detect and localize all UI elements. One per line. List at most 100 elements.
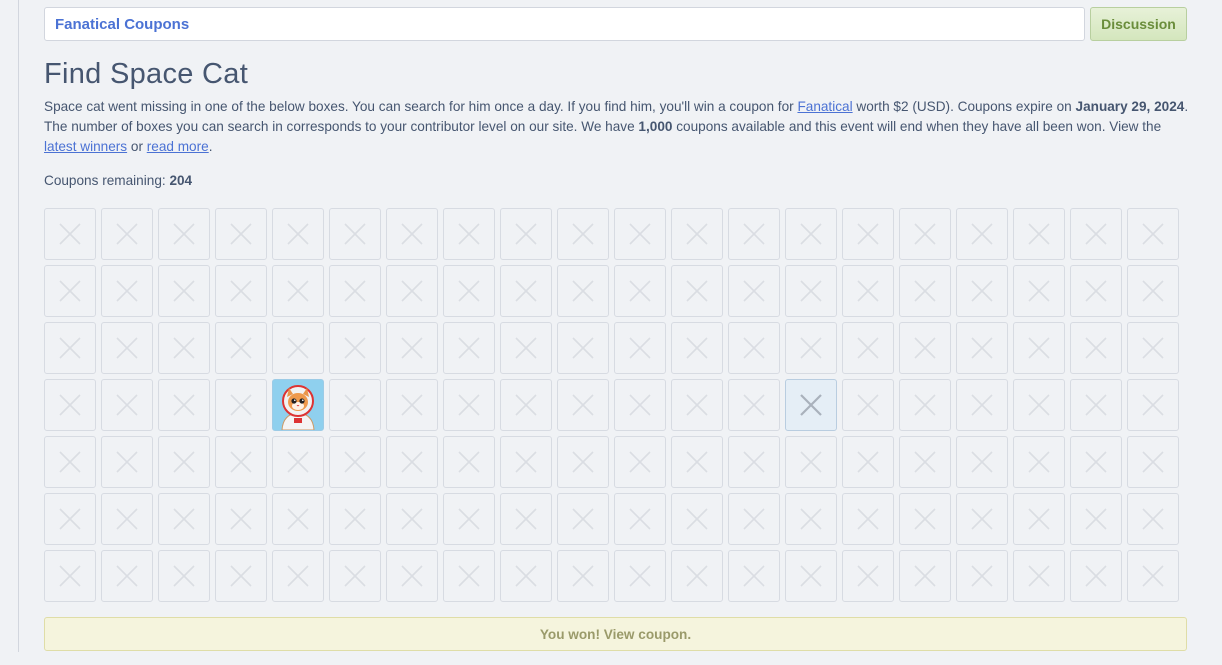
read-more-link[interactable]: read more <box>147 139 209 154</box>
search-box[interactable] <box>101 493 153 545</box>
found-cat-box[interactable] <box>272 379 324 431</box>
search-box[interactable] <box>1013 550 1065 602</box>
search-box[interactable] <box>614 550 666 602</box>
search-box[interactable] <box>386 265 438 317</box>
search-box[interactable] <box>101 436 153 488</box>
search-box[interactable] <box>614 265 666 317</box>
search-box[interactable] <box>899 322 951 374</box>
search-box[interactable] <box>500 493 552 545</box>
search-box[interactable] <box>557 208 609 260</box>
search-box[interactable] <box>899 550 951 602</box>
search-box[interactable] <box>1070 208 1122 260</box>
search-box[interactable] <box>215 436 267 488</box>
search-box[interactable] <box>158 436 210 488</box>
search-box[interactable] <box>158 493 210 545</box>
search-box[interactable] <box>329 550 381 602</box>
search-box[interactable] <box>500 265 552 317</box>
search-box[interactable] <box>443 379 495 431</box>
search-box[interactable] <box>842 322 894 374</box>
search-box[interactable] <box>1127 493 1179 545</box>
search-box[interactable] <box>1013 322 1065 374</box>
search-box[interactable] <box>956 436 1008 488</box>
search-box[interactable] <box>44 436 96 488</box>
fanatical-link[interactable]: Fanatical <box>797 99 852 114</box>
search-box[interactable] <box>329 436 381 488</box>
search-box[interactable] <box>1013 208 1065 260</box>
search-box[interactable] <box>1127 379 1179 431</box>
search-box[interactable] <box>101 265 153 317</box>
search-box[interactable] <box>500 208 552 260</box>
search-box[interactable] <box>899 379 951 431</box>
search-box[interactable] <box>1127 322 1179 374</box>
search-box[interactable] <box>443 436 495 488</box>
search-box[interactable] <box>101 322 153 374</box>
search-box[interactable] <box>272 436 324 488</box>
search-box[interactable] <box>614 379 666 431</box>
search-box[interactable] <box>386 436 438 488</box>
search-box[interactable] <box>1013 436 1065 488</box>
search-box[interactable] <box>1070 265 1122 317</box>
search-box[interactable] <box>500 550 552 602</box>
view-coupon-button[interactable]: You won! View coupon. <box>44 617 1187 651</box>
search-box[interactable] <box>158 322 210 374</box>
search-box[interactable] <box>557 493 609 545</box>
search-box[interactable] <box>728 208 780 260</box>
search-box[interactable] <box>785 493 837 545</box>
search-box[interactable] <box>557 550 609 602</box>
search-box[interactable] <box>557 436 609 488</box>
search-box[interactable] <box>785 208 837 260</box>
search-box[interactable] <box>215 322 267 374</box>
search-box[interactable] <box>671 208 723 260</box>
search-box[interactable] <box>443 493 495 545</box>
search-box[interactable] <box>329 208 381 260</box>
search-box[interactable] <box>728 265 780 317</box>
search-box[interactable] <box>1127 436 1179 488</box>
search-box[interactable] <box>842 550 894 602</box>
search-box[interactable] <box>500 322 552 374</box>
search-box[interactable] <box>329 493 381 545</box>
search-box[interactable] <box>158 550 210 602</box>
search-box[interactable] <box>728 436 780 488</box>
search-box[interactable] <box>329 265 381 317</box>
search-box[interactable] <box>158 379 210 431</box>
search-box[interactable] <box>728 379 780 431</box>
search-box[interactable] <box>1013 493 1065 545</box>
search-box[interactable] <box>272 265 324 317</box>
search-box[interactable] <box>785 322 837 374</box>
search-box[interactable] <box>728 322 780 374</box>
search-box[interactable] <box>44 379 96 431</box>
search-box[interactable] <box>272 208 324 260</box>
search-box[interactable] <box>956 493 1008 545</box>
search-box[interactable] <box>899 265 951 317</box>
search-box[interactable] <box>842 379 894 431</box>
search-box[interactable] <box>158 208 210 260</box>
search-box[interactable] <box>215 493 267 545</box>
search-box[interactable] <box>1070 493 1122 545</box>
search-box[interactable] <box>1070 379 1122 431</box>
search-box[interactable] <box>443 550 495 602</box>
search-box[interactable] <box>671 550 723 602</box>
search-box[interactable] <box>842 208 894 260</box>
search-box[interactable] <box>899 493 951 545</box>
discussion-button[interactable]: Discussion <box>1090 7 1187 41</box>
search-box[interactable] <box>386 550 438 602</box>
search-box[interactable] <box>899 436 951 488</box>
search-box[interactable] <box>443 265 495 317</box>
search-box[interactable] <box>557 322 609 374</box>
search-box[interactable] <box>44 550 96 602</box>
search-box[interactable] <box>215 379 267 431</box>
search-box[interactable] <box>1070 322 1122 374</box>
search-box[interactable] <box>785 265 837 317</box>
search-box[interactable] <box>44 322 96 374</box>
search-box[interactable] <box>329 379 381 431</box>
search-box[interactable] <box>272 493 324 545</box>
search-box[interactable] <box>101 379 153 431</box>
search-box[interactable] <box>671 265 723 317</box>
search-box[interactable] <box>671 436 723 488</box>
search-box[interactable] <box>158 265 210 317</box>
search-box[interactable] <box>956 322 1008 374</box>
search-box[interactable] <box>956 379 1008 431</box>
search-box[interactable] <box>956 265 1008 317</box>
search-box[interactable] <box>956 550 1008 602</box>
search-box[interactable] <box>1127 550 1179 602</box>
